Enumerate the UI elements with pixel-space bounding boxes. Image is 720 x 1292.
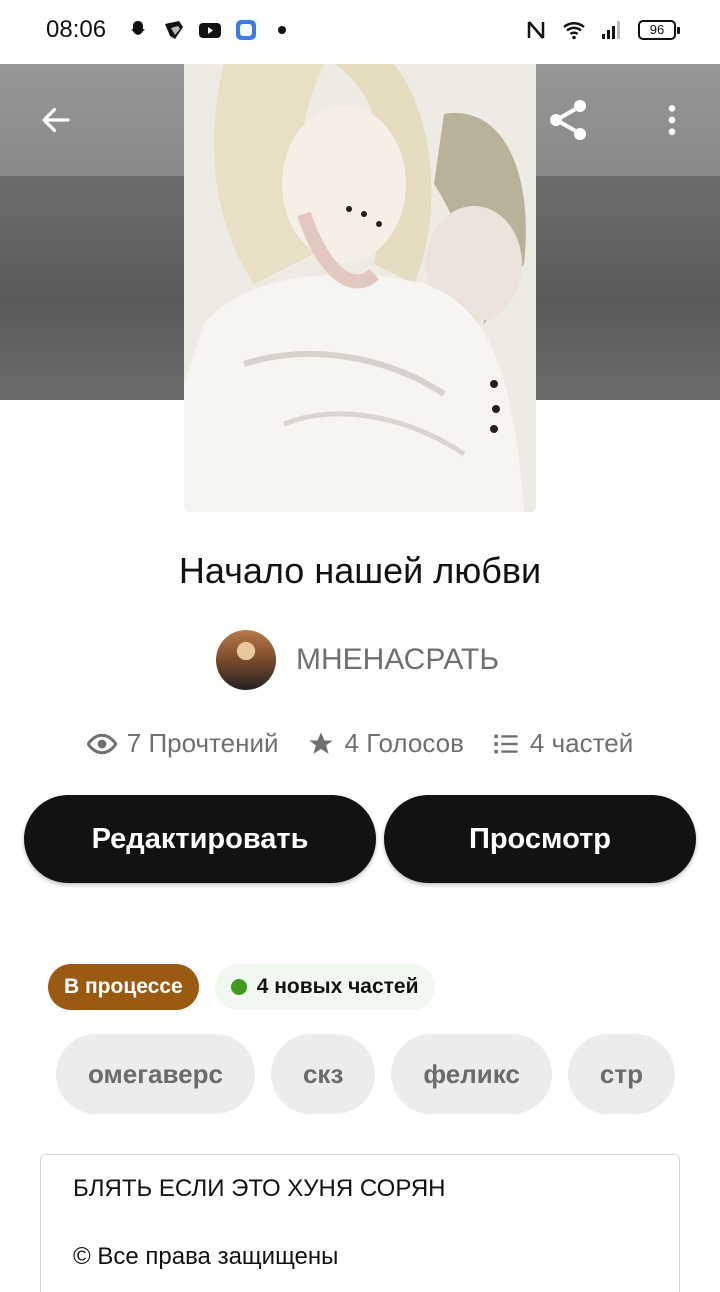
status-time: 08:06 (46, 16, 107, 43)
reads-count: 7 Прочтений (126, 728, 279, 758)
snapchat-icon (131, 21, 145, 35)
new-parts-label: 4 новых частей (256, 975, 419, 998)
tags-carousel[interactable]: омегаверс скз феликс стр (56, 1034, 688, 1114)
story-title: Начало нашей любви (178, 550, 542, 591)
more-vertical-icon (668, 105, 676, 135)
parts-stat: 4 частей (492, 728, 633, 759)
story-stats: 7 Прочтений 4 Голосов 4 частей (0, 728, 720, 759)
list-icon (494, 734, 518, 753)
tag-chip[interactable]: стр (567, 1034, 675, 1114)
author-name[interactable]: МНЕНАСРАТЬ (296, 643, 499, 677)
arrow-left-icon (42, 107, 70, 133)
status-bar: 08:06 96 (0, 0, 720, 64)
more-options-button[interactable] (644, 92, 700, 148)
star-icon (308, 731, 333, 754)
status-badge: В процессе (48, 964, 199, 1010)
signal-icon (602, 21, 620, 39)
description-text: БЛЯТЬ ЕСЛИ ЭТО ХУНЯ СОРЯН (73, 1175, 446, 1202)
notification-dot-icon (278, 26, 286, 34)
status-left-icons (126, 18, 294, 42)
cover-illustration (184, 64, 536, 512)
tag-chip[interactable]: омегаверс (56, 1034, 255, 1114)
parts-count: 4 частей (529, 728, 634, 758)
green-dot-icon (230, 979, 247, 995)
tag-chip[interactable]: скз (270, 1034, 376, 1114)
youtube-icon (199, 23, 221, 38)
description-card: БЛЯТЬ ЕСЛИ ЭТО ХУНЯ СОРЯН © Все права за… (40, 1154, 680, 1292)
status-right-icons: 96 (524, 18, 680, 42)
tags-row: омегаверс скз феликс стр (56, 1034, 688, 1114)
status-badges: В процессе 4 новых частей (48, 964, 435, 1010)
votes-count: 4 Голосов (344, 728, 464, 758)
edit-button[interactable]: Редактировать (24, 795, 376, 883)
nfc-icon (527, 21, 545, 39)
app-square-icon (236, 20, 256, 40)
author-row[interactable]: МНЕНАСРАТЬ (216, 630, 499, 690)
author-avatar[interactable] (216, 630, 276, 690)
shield-app-icon (165, 21, 183, 39)
battery-indicator: 96 (638, 20, 680, 40)
votes-stat: 4 Голосов (307, 728, 464, 759)
copyright-text: © Все права защищены (73, 1243, 339, 1270)
share-button[interactable] (540, 92, 596, 148)
story-cover-image (184, 64, 536, 512)
reads-stat: 7 Прочтений (86, 728, 279, 759)
tag-chip[interactable]: феликс (391, 1034, 552, 1114)
share-icon (550, 100, 586, 140)
new-parts-badge: 4 новых частей (214, 964, 435, 1010)
preview-button[interactable]: Просмотр (384, 795, 696, 883)
wifi-icon (563, 22, 585, 40)
eye-icon (86, 733, 117, 754)
back-button[interactable] (28, 92, 84, 148)
